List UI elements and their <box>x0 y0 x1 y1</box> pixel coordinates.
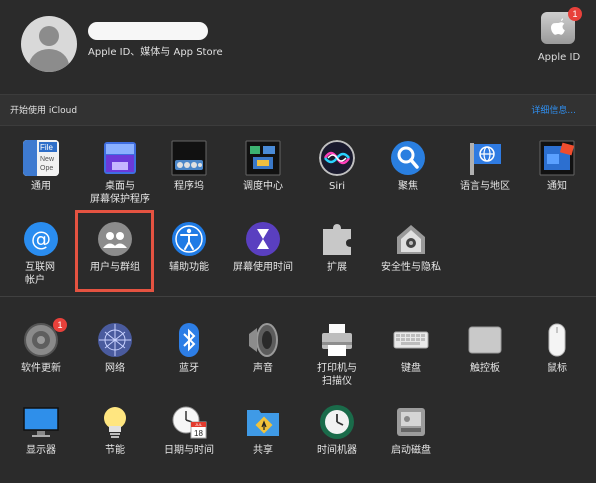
user-avatar[interactable] <box>21 16 77 72</box>
mouse-icon <box>539 322 575 358</box>
pref-extensions[interactable]: 扩展 <box>303 221 371 291</box>
network-icon <box>97 322 133 358</box>
bluetooth-icon <box>171 322 207 358</box>
pref-language-region[interactable]: 语言与地区 <box>451 140 519 210</box>
user-name-redacted <box>88 22 208 40</box>
header: Apple ID、媒体与 App Store 1 Apple ID <box>0 0 596 92</box>
pref-label: 软件更新 <box>21 363 61 374</box>
icloud-prompt: 开始使用 iCloud <box>10 106 78 116</box>
sound-icon <box>245 322 281 358</box>
pref-mission-control[interactable]: 调度中心 <box>229 140 297 210</box>
desktop-screensaver-icon <box>102 140 138 176</box>
language-region-icon <box>467 140 503 176</box>
pref-bluetooth[interactable]: 蓝牙 <box>155 322 223 392</box>
pref-mouse[interactable]: 鼠标 <box>523 322 591 392</box>
pref-time-machine[interactable]: 时间机器 <box>303 404 371 474</box>
pref-label: 显示器 <box>26 445 56 456</box>
keyboard-icon <box>393 322 429 358</box>
printers-scanners-icon <box>319 322 355 358</box>
security-privacy-icon <box>393 221 429 257</box>
mission-control-icon <box>245 140 281 176</box>
pref-label: 安全性与隐私 <box>381 262 441 273</box>
pref-label: 调度中心 <box>243 181 283 192</box>
pref-dock[interactable]: 程序坞 <box>155 140 223 210</box>
pref-label: 启动磁盘 <box>391 445 431 456</box>
pref-siri[interactable]: Siri <box>303 140 371 210</box>
apple-id-button[interactable]: 1 Apple ID <box>536 7 582 70</box>
pref-screen-time[interactable]: 屏幕使用时间 <box>229 221 297 291</box>
time-machine-icon <box>319 404 355 440</box>
svg-text:New: New <box>40 156 55 163</box>
sharing-icon <box>245 404 281 440</box>
svg-text:Ope: Ope <box>40 165 53 172</box>
extensions-icon <box>319 221 355 257</box>
notifications-icon <box>539 140 575 176</box>
pref-desktop-screensaver[interactable]: 桌面与 屏幕保护程序 <box>86 140 154 210</box>
pref-keyboard[interactable]: 键盘 <box>377 322 445 392</box>
pref-general[interactable]: File New Ope 通用 <box>7 140 75 210</box>
pref-label: 键盘 <box>401 363 421 374</box>
pref-spotlight[interactable]: 聚焦 <box>374 140 442 210</box>
dock-icon <box>171 140 207 176</box>
pref-label: 聚焦 <box>398 181 418 192</box>
pref-network[interactable]: 网络 <box>81 322 149 392</box>
pref-notifications[interactable]: 通知 <box>523 140 591 210</box>
section-divider <box>0 296 596 297</box>
svg-text:File: File <box>40 143 53 152</box>
pref-label: 时间机器 <box>317 445 357 456</box>
pref-label: 打印机与 扫描仪 <box>317 363 357 387</box>
displays-icon <box>23 404 59 440</box>
startup-disk-icon <box>393 404 429 440</box>
pref-label: 节能 <box>105 445 125 456</box>
apple-id-badge: 1 <box>568 7 582 21</box>
general-icon: File New Ope <box>23 140 59 176</box>
pref-label: 蓝牙 <box>179 363 199 374</box>
calendar-month-text: JUL <box>195 422 203 427</box>
pref-label: 辅助功能 <box>169 262 209 273</box>
icloud-details-link[interactable]: 详细信息... <box>531 103 576 116</box>
pref-label: 桌面与 屏幕保护程序 <box>90 181 150 205</box>
icloud-banner: 开始使用 iCloud 详细信息... <box>0 94 596 126</box>
pref-label: 通知 <box>547 181 567 192</box>
pref-label: 语言与地区 <box>460 181 510 192</box>
pref-label: 鼠标 <box>547 363 567 374</box>
trackpad-icon <box>467 322 503 358</box>
energy-saver-icon <box>97 404 133 440</box>
pref-label: 网络 <box>105 363 125 374</box>
pref-startup-disk[interactable]: 启动磁盘 <box>377 404 445 474</box>
pref-label: Siri <box>328 181 345 192</box>
pref-software-update[interactable]: 1 软件更新 <box>7 318 75 392</box>
pref-printers-scanners[interactable]: 打印机与 扫描仪 <box>303 322 371 392</box>
pref-security-privacy[interactable]: 安全性与隐私 <box>377 221 445 291</box>
siri-icon <box>319 140 355 176</box>
pref-trackpad[interactable]: 触控板 <box>451 322 519 392</box>
pref-label: 声音 <box>253 363 273 374</box>
apple-id-label: Apple ID <box>537 52 581 63</box>
pref-displays[interactable]: 显示器 <box>7 404 75 474</box>
pref-label: 屏幕使用时间 <box>233 262 293 273</box>
internet-accounts-icon: @ <box>23 221 59 257</box>
pref-sound[interactable]: 声音 <box>229 322 297 392</box>
pref-energy-saver[interactable]: 节能 <box>81 404 149 474</box>
pref-label: 程序坞 <box>174 181 204 192</box>
pref-accessibility[interactable]: 辅助功能 <box>155 221 223 291</box>
svg-text:@: @ <box>31 227 51 251</box>
pref-label: 触控板 <box>470 363 500 374</box>
pref-internet-accounts[interactable]: @ 互联网 帐户 <box>7 221 75 291</box>
pref-label: 通用 <box>31 181 51 192</box>
pref-label: 互联网 帐户 <box>25 262 55 286</box>
apple-id-subtitle[interactable]: Apple ID、媒体与 App Store <box>88 43 223 58</box>
pref-sharing[interactable]: 共享 <box>229 404 297 474</box>
pref-label: 扩展 <box>327 262 347 273</box>
pref-label: 日期与时间 <box>164 445 214 456</box>
accessibility-icon <box>171 221 207 257</box>
spotlight-icon <box>390 140 426 176</box>
pref-date-time[interactable]: JUL 18 日期与时间 <box>155 404 223 474</box>
date-time-icon: JUL 18 <box>171 404 207 440</box>
screen-time-icon <box>245 221 281 257</box>
pref-label: 共享 <box>253 445 273 456</box>
calendar-day-text: 18 <box>194 429 203 438</box>
software-update-badge: 1 <box>53 318 67 332</box>
selection-highlight <box>75 210 154 292</box>
